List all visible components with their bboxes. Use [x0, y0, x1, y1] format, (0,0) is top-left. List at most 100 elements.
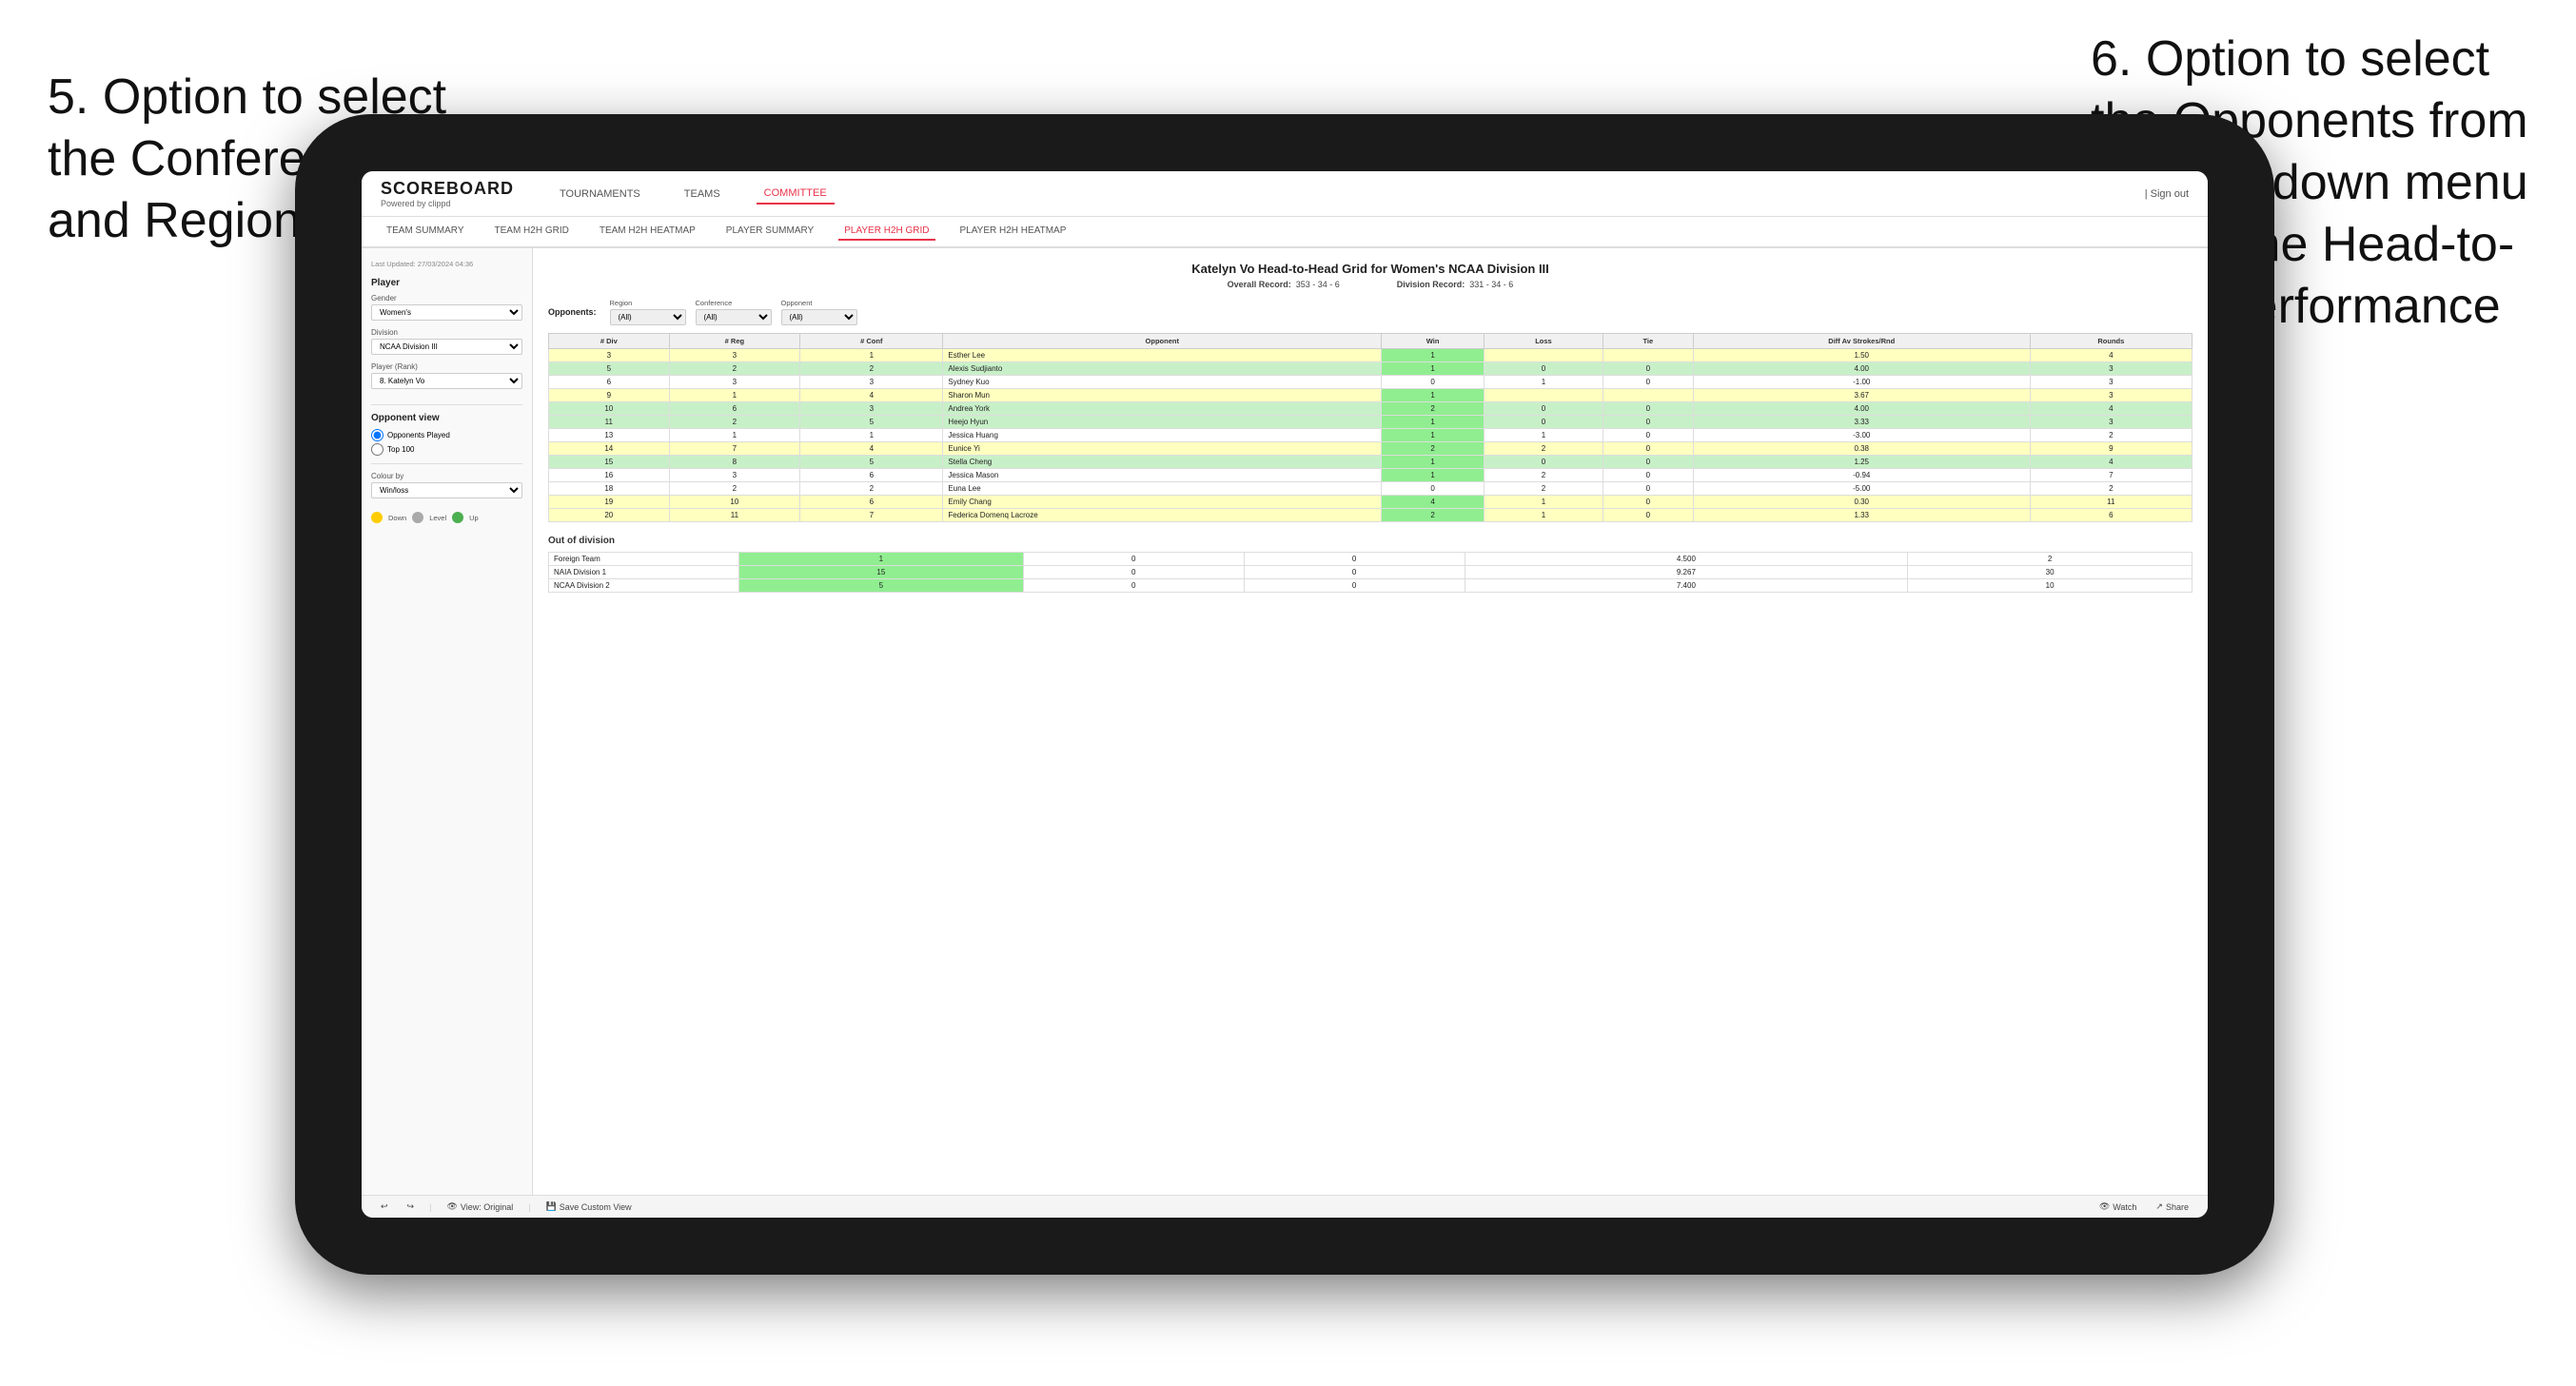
- division-select[interactable]: NCAA Division III: [371, 339, 522, 355]
- th-win: Win: [1382, 334, 1485, 349]
- gender-label: Gender: [371, 294, 522, 303]
- view-original-btn[interactable]: 👁 View: Original: [442, 1200, 517, 1214]
- ood-tie: 0: [1244, 566, 1465, 579]
- cell-conf: 6: [800, 496, 943, 509]
- cell-win: 1: [1382, 456, 1485, 469]
- cell-rounds: 4: [2030, 349, 2192, 362]
- color-legend: Down Level Up: [371, 512, 522, 523]
- logo-sub: Powered by clippd: [381, 199, 514, 208]
- region-select[interactable]: (All): [610, 309, 686, 325]
- cell-conf: 1: [800, 429, 943, 442]
- table-row: 10 6 3 Andrea York 2 0 0 4.00 4: [549, 402, 2193, 416]
- undo-btn[interactable]: ↩: [377, 1200, 392, 1214]
- cell-conf: 5: [800, 456, 943, 469]
- cell-conf: 6: [800, 469, 943, 482]
- cell-rounds: 2: [2030, 482, 2192, 496]
- watch-btn[interactable]: 👁 Watch: [2095, 1200, 2141, 1214]
- cell-diff: 1.33: [1693, 509, 2030, 522]
- cell-rounds: 3: [2030, 416, 2192, 429]
- cell-rounds: 9: [2030, 442, 2192, 456]
- nav-teams[interactable]: TEAMS: [677, 185, 728, 204]
- gender-select[interactable]: Women's: [371, 304, 522, 321]
- cell-reg: 10: [669, 496, 800, 509]
- table-row: 5 2 2 Alexis Sudjianto 1 0 0 4.00 3: [549, 362, 2193, 376]
- nav-sign-out[interactable]: | Sign out: [2145, 188, 2189, 200]
- cell-div: 15: [549, 456, 670, 469]
- cell-loss: 0: [1485, 402, 1603, 416]
- content-area: Katelyn Vo Head-to-Head Grid for Women's…: [533, 248, 2208, 1195]
- table-row: 11 2 5 Heejo Hyun 1 0 0 3.33 3: [549, 416, 2193, 429]
- cell-rounds: 7: [2030, 469, 2192, 482]
- table-row: 9 1 4 Sharon Mun 1 3.67 3: [549, 389, 2193, 402]
- cell-loss: 1: [1485, 509, 1603, 522]
- table-row: 13 1 1 Jessica Huang 1 1 0 -3.00 2: [549, 429, 2193, 442]
- cell-reg: 7: [669, 442, 800, 456]
- subnav-player-summary[interactable]: PLAYER SUMMARY: [720, 223, 819, 241]
- legend-up-label: Up: [469, 514, 479, 522]
- opponent-filter-label: Opponent: [781, 299, 857, 307]
- opponent-view-title: Opponent view: [371, 413, 522, 423]
- subnav-player-h2h-grid[interactable]: PLAYER H2H GRID: [838, 223, 934, 241]
- top-nav: SCOREBOARD Powered by clippd TOURNAMENTS…: [362, 171, 2208, 217]
- save-custom-btn[interactable]: 💾 Save Custom View: [542, 1200, 636, 1214]
- cell-win: 1: [1382, 429, 1485, 442]
- cell-reg: 3: [669, 349, 800, 362]
- share-btn[interactable]: ↗ Share: [2152, 1200, 2193, 1214]
- cell-rounds: 4: [2030, 402, 2192, 416]
- conference-label: Conference: [696, 299, 772, 307]
- radio-top100[interactable]: Top 100: [371, 443, 522, 456]
- cell-rounds: 6: [2030, 509, 2192, 522]
- cell-tie: 0: [1603, 482, 1693, 496]
- h2h-table: # Div # Reg # Conf Opponent Win Loss Tie…: [548, 333, 2193, 522]
- nav-committee[interactable]: COMMITTEE: [757, 184, 835, 205]
- subnav-player-h2h-heatmap[interactable]: PLAYER H2H HEATMAP: [954, 223, 1072, 241]
- redo-btn[interactable]: ↪: [403, 1200, 419, 1214]
- table-row: 16 3 6 Jessica Mason 1 2 0 -0.94 7: [549, 469, 2193, 482]
- radio-opponents-played[interactable]: Opponents Played: [371, 429, 522, 441]
- ood-win: 1: [739, 553, 1024, 566]
- subnav-team-summary[interactable]: TEAM SUMMARY: [381, 223, 470, 241]
- cell-conf: 4: [800, 389, 943, 402]
- cell-loss: 2: [1485, 442, 1603, 456]
- subnav-team-h2h-heatmap[interactable]: TEAM H2H HEATMAP: [594, 223, 701, 241]
- th-loss: Loss: [1485, 334, 1603, 349]
- cell-opponent: Stella Cheng: [943, 456, 1382, 469]
- grid-title: Katelyn Vo Head-to-Head Grid for Women's…: [548, 262, 2193, 276]
- sidebar-player-title: Player: [371, 278, 522, 288]
- region-filter: Region (All): [610, 299, 686, 325]
- subnav-team-h2h-grid[interactable]: TEAM H2H GRID: [489, 223, 575, 241]
- cell-opponent: Federica Domenq Lacroze: [943, 509, 1382, 522]
- cell-tie: 0: [1603, 496, 1693, 509]
- ood-diff: 4.500: [1465, 553, 1908, 566]
- player-rank-select[interactable]: 8. Katelyn Vo: [371, 373, 522, 389]
- cell-tie: [1603, 389, 1693, 402]
- ood-row: Foreign Team 1 0 0 4.500 2: [549, 553, 2193, 566]
- nav-tournaments[interactable]: TOURNAMENTS: [552, 185, 648, 204]
- legend-down-label: Down: [388, 514, 406, 522]
- cell-tie: 0: [1603, 376, 1693, 389]
- cell-conf: 3: [800, 402, 943, 416]
- ood-tie: 0: [1244, 553, 1465, 566]
- cell-tie: 0: [1603, 469, 1693, 482]
- cell-win: 2: [1382, 442, 1485, 456]
- cell-div: 3: [549, 349, 670, 362]
- ood-diff: 9.267: [1465, 566, 1908, 579]
- ood-row: NAIA Division 1 15 0 0 9.267 30: [549, 566, 2193, 579]
- colour-by-select[interactable]: Win/loss: [371, 482, 522, 498]
- records-row: Overall Record: 353 - 34 - 6 Division Re…: [548, 280, 2193, 289]
- cell-loss: 2: [1485, 482, 1603, 496]
- cell-win: 0: [1382, 376, 1485, 389]
- cell-opponent: Andrea York: [943, 402, 1382, 416]
- th-opponent: Opponent: [943, 334, 1382, 349]
- table-row: 14 7 4 Eunice Yi 2 2 0 0.38 9: [549, 442, 2193, 456]
- cell-opponent: Alexis Sudjianto: [943, 362, 1382, 376]
- cell-opponent: Sydney Kuo: [943, 376, 1382, 389]
- opponent-select[interactable]: (All): [781, 309, 857, 325]
- cell-div: 6: [549, 376, 670, 389]
- cell-conf: 3: [800, 376, 943, 389]
- cell-diff: 4.00: [1693, 362, 2030, 376]
- conference-select[interactable]: (All): [696, 309, 772, 325]
- cell-diff: 1.25: [1693, 456, 2030, 469]
- cell-win: 1: [1382, 469, 1485, 482]
- cell-win: 1: [1382, 349, 1485, 362]
